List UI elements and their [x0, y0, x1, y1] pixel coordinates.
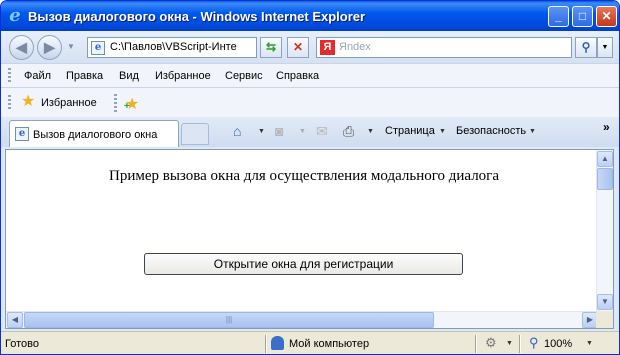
menu-file[interactable]: Файл: [24, 70, 51, 82]
forward-arrow-icon: ▶: [44, 39, 55, 55]
address-field[interactable]: e C:\Павлов\VBScript-Инте: [87, 37, 257, 58]
page-content: Пример вызова окна для осуществления мод…: [5, 149, 614, 329]
back-button[interactable]: ◀: [9, 35, 34, 60]
favorites-separator: [114, 94, 117, 112]
ie-logo-icon: e: [9, 5, 21, 26]
search-icon: ⚲: [581, 40, 591, 54]
scroll-left-button[interactable]: ◀: [7, 312, 23, 328]
close-button[interactable]: ✕: [596, 6, 617, 27]
refresh-button[interactable]: ⇆: [260, 37, 282, 58]
security-zone[interactable]: Мой компьютер: [289, 338, 369, 350]
toolbar-overflow-button[interactable]: »: [603, 120, 610, 134]
favorites-star-icon: ★: [21, 93, 36, 110]
menu-edit[interactable]: Правка: [66, 70, 103, 82]
zoom-level[interactable]: 100%: [544, 338, 572, 350]
stop-button[interactable]: ✕: [287, 37, 309, 58]
print-dropdown-icon[interactable]: ▼: [367, 128, 374, 135]
status-bar: Готово Мой компьютер ⚙ ▼ ⚲ 100% ▼: [1, 331, 619, 354]
horizontal-scrollbar[interactable]: ◀ ||| ▶: [6, 311, 598, 328]
new-tab-button[interactable]: [181, 123, 209, 145]
menu-help[interactable]: Справка: [276, 70, 319, 82]
safety-menu-arrow-icon: ▼: [529, 128, 536, 135]
horizontal-scroll-thumb[interactable]: |||: [24, 312, 434, 328]
search-field[interactable]: Я Яndex: [316, 37, 572, 58]
protected-mode-dropdown-icon[interactable]: ▼: [506, 340, 513, 347]
protected-mode-icon[interactable]: ⚙: [485, 335, 497, 351]
page-heading: Пример вызова окна для осуществления мод…: [108, 168, 499, 184]
menu-bar: Файл Правка Вид Избранное Сервис Справка: [1, 63, 619, 87]
status-text: Готово: [5, 338, 39, 350]
window-title: Вызов диалогового окна - Windows Interne…: [28, 9, 366, 24]
forward-button[interactable]: ▶: [37, 35, 62, 60]
status-divider: [519, 335, 520, 353]
zoom-dropdown-icon[interactable]: ▼: [586, 340, 593, 347]
minimize-button[interactable]: _: [548, 6, 569, 27]
feeds-dropdown-icon[interactable]: ▼: [299, 128, 306, 135]
scroll-up-button[interactable]: ▲: [597, 151, 613, 167]
toolbar-grip[interactable]: [8, 95, 11, 111]
print-icon[interactable]: ⎙: [343, 124, 354, 138]
history-dropdown-icon[interactable]: ▼: [67, 42, 75, 51]
tab-active[interactable]: e Вызов диалогового окна: [9, 120, 179, 147]
search-button[interactable]: ⚲: [575, 37, 597, 58]
scrollbar-corner: [596, 311, 613, 328]
tab-bar: e Вызов диалогового окна ⌂ ▼ ◙ ▼ ✉ ⎙ ▼ С…: [1, 117, 619, 147]
feeds-icon[interactable]: ◙: [275, 124, 283, 138]
open-registration-button[interactable]: Открытие окна для регистрации: [144, 253, 463, 275]
search-placeholder: Яndex: [339, 41, 371, 53]
page-menu-arrow-icon: ▼: [439, 128, 446, 135]
page-menu-button[interactable]: Страница: [385, 125, 435, 137]
add-plus-icon: +: [124, 101, 130, 112]
page-icon: e: [15, 127, 29, 141]
mail-icon[interactable]: ✉: [316, 124, 328, 138]
chevron-down-icon: ▼: [601, 44, 609, 51]
status-divider: [475, 335, 476, 353]
address-toolbar: ◀ ▶ ▼ e C:\Павлов\VBScript-Инте ⇆ ✕ Я Яn…: [1, 31, 619, 63]
zoom-icon[interactable]: ⚲: [529, 335, 539, 351]
favorites-button[interactable]: Избранное: [41, 97, 97, 109]
menu-view[interactable]: Вид: [119, 70, 139, 82]
toolbar-grip[interactable]: [8, 68, 11, 84]
back-arrow-icon: ◀: [16, 39, 27, 55]
refresh-icon: ⇆: [265, 40, 277, 54]
browser-window: e Вызов диалогового окна - Windows Inter…: [0, 0, 620, 355]
scroll-down-button[interactable]: ▼: [597, 294, 613, 310]
yandex-icon: Я: [320, 40, 335, 55]
tab-label: Вызов диалогового окна: [33, 129, 158, 141]
page-icon: e: [91, 41, 105, 55]
search-options-button[interactable]: ▼: [597, 37, 613, 58]
home-dropdown-icon[interactable]: ▼: [258, 128, 265, 135]
vertical-scroll-thumb[interactable]: [597, 168, 613, 190]
status-divider: [265, 335, 266, 353]
maximize-button[interactable]: □: [572, 6, 593, 27]
favorites-bar: ★ Избранное ★ +: [1, 87, 619, 117]
menu-favorites[interactable]: Избранное: [155, 70, 211, 82]
title-bar[interactable]: e Вызов диалогового окна - Windows Inter…: [1, 1, 619, 31]
computer-zone-icon: [271, 336, 284, 350]
safety-menu-button[interactable]: Безопасность: [456, 125, 526, 137]
home-icon[interactable]: ⌂: [233, 124, 241, 138]
menu-tools[interactable]: Сервис: [225, 70, 263, 82]
stop-icon: ✕: [292, 40, 304, 54]
address-text: C:\Павлов\VBScript-Инте: [110, 41, 237, 53]
vertical-scrollbar[interactable]: ▲ ▼: [596, 150, 613, 311]
